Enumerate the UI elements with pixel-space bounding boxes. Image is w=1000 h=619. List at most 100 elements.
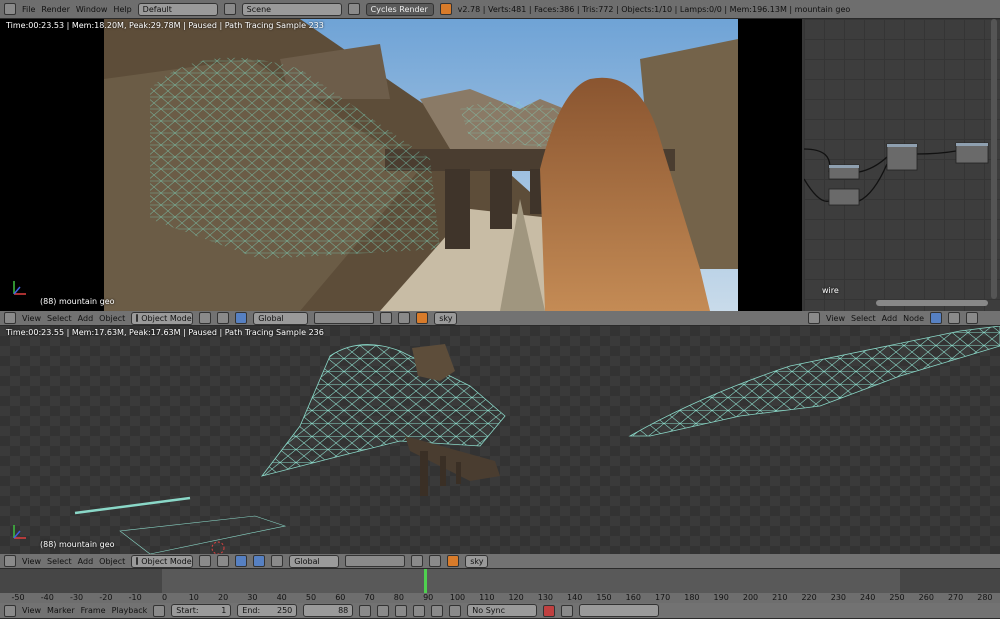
shader-type-icon[interactable]: [930, 312, 943, 324]
timeline-tick: 160: [625, 593, 641, 602]
render-preview-icon-2[interactable]: [429, 555, 442, 567]
node-editor[interactable]: wire: [804, 19, 1000, 311]
sync-selector[interactable]: No Sync: [467, 604, 538, 617]
render-layer-name-2: sky: [470, 556, 484, 566]
current-frame-field[interactable]: 88: [303, 604, 354, 617]
snap-icon[interactable]: [380, 312, 393, 324]
timeline-tick: 260: [918, 593, 934, 602]
render-layer-selector-2[interactable]: sky: [465, 554, 489, 568]
menu-window[interactable]: Window: [76, 5, 108, 14]
jump-start-icon[interactable]: [359, 604, 372, 617]
layers-icon-2[interactable]: [345, 555, 406, 567]
timeline-range-after: [900, 569, 1000, 593]
jump-end-icon[interactable]: [449, 604, 462, 617]
preview-range-icon[interactable]: [153, 604, 166, 617]
3d-viewport[interactable]: Time:00:23.55 | Mem:17.63M, Peak:17.63M …: [0, 326, 1000, 554]
timeline-tick: -20: [99, 593, 113, 602]
snap-icon-2[interactable]: [411, 555, 424, 567]
camera-icon[interactable]: [416, 312, 429, 324]
timeline-tick: 230: [830, 593, 847, 602]
timeline-tick: 60: [335, 593, 346, 602]
node-menu-add[interactable]: Add: [882, 314, 898, 323]
orientation-selector[interactable]: Global: [253, 311, 309, 325]
timeline-tick: 90: [423, 593, 434, 602]
menu-select[interactable]: Select: [47, 314, 72, 323]
menu-file[interactable]: File: [22, 5, 35, 14]
editor-type-icon-2[interactable]: [4, 555, 16, 567]
viewport-axis-gizmo-icon: [13, 525, 26, 539]
menu-select-2[interactable]: Select: [47, 557, 72, 566]
timeline-tick: 210: [772, 593, 788, 602]
render-layer-selector[interactable]: sky: [434, 311, 458, 325]
next-key-icon[interactable]: [431, 604, 444, 617]
mode-selector-2[interactable]: Object Mode: [131, 554, 194, 568]
editor-type-icon[interactable]: [4, 312, 16, 324]
tl-menu-marker[interactable]: Marker: [47, 606, 75, 615]
rendered-scene: [13, 19, 738, 311]
add-layout-icon[interactable]: [223, 3, 236, 15]
top-info-bar: File Render Window Help Default Scene Cy…: [0, 0, 1000, 19]
timeline-tick: 100: [449, 593, 466, 602]
node-menu-select[interactable]: Select: [851, 314, 876, 323]
orientation-selector-2[interactable]: Global: [289, 554, 340, 568]
menu-object-2[interactable]: Object: [99, 557, 125, 566]
prev-key-icon[interactable]: [377, 604, 390, 617]
scale-icon[interactable]: [271, 555, 284, 567]
keying-set-field[interactable]: [579, 604, 660, 617]
timeline-editor-icon[interactable]: [4, 604, 16, 617]
menu-add[interactable]: Add: [78, 314, 94, 323]
tl-menu-frame[interactable]: Frame: [81, 606, 106, 615]
node-box: [828, 142, 989, 206]
world-icon[interactable]: [966, 312, 979, 324]
timeline-ruler: -50 -40 -30 -20 -10 0 10 20 30 40 50 60 70 80 90 100 110…: [0, 593, 1000, 603]
node-label: wire: [822, 286, 839, 295]
camera-icon-2[interactable]: [447, 555, 460, 567]
timeline[interactable]: -50 -40 -30 -20 -10 0 10 20 30 40 50 60 70 80 90 100 110…: [0, 569, 1000, 603]
rendered-viewport[interactable]: Time:00:23.53 | Mem:18.20M, Peak:29.78M …: [0, 19, 802, 311]
info-editor-icon[interactable]: [4, 3, 16, 15]
rotate-icon[interactable]: [253, 555, 266, 567]
tl-menu-view[interactable]: View: [22, 606, 41, 615]
menu-help[interactable]: Help: [113, 5, 131, 14]
menu-object[interactable]: Object: [99, 314, 125, 323]
add-scene-icon[interactable]: [347, 3, 360, 15]
menu-render[interactable]: Render: [41, 5, 69, 14]
timeline-tick: -40: [40, 593, 54, 602]
blender-logo-icon: [439, 3, 452, 15]
keying-set-icon[interactable]: [561, 604, 574, 617]
timeline-tick: -30: [70, 593, 84, 602]
menu-add-2[interactable]: Add: [78, 557, 94, 566]
material-icon[interactable]: [948, 312, 961, 324]
end-frame-field[interactable]: End: 250: [237, 604, 298, 617]
start-label: Start:: [176, 606, 199, 615]
sync-mode: No Sync: [472, 606, 505, 615]
menu-view[interactable]: View: [22, 314, 41, 323]
record-icon[interactable]: [543, 604, 556, 617]
current-frame-marker[interactable]: [424, 569, 427, 593]
timeline-tick: -10: [128, 593, 142, 602]
shading-icon-2[interactable]: [199, 555, 212, 567]
play-reverse-icon[interactable]: [395, 604, 408, 617]
shading-icon[interactable]: [199, 312, 212, 324]
layers-icon[interactable]: [314, 312, 375, 324]
play-icon[interactable]: [413, 604, 426, 617]
pivot-icon[interactable]: [217, 312, 230, 324]
menu-view-2[interactable]: View: [22, 557, 41, 566]
translate-icon[interactable]: [235, 555, 248, 567]
engine-name: Cycles Render: [370, 4, 428, 14]
active-object-label: (88) mountain geo: [40, 297, 115, 306]
tl-menu-playback[interactable]: Playback: [112, 606, 148, 615]
timeline-tick: 0: [161, 593, 168, 602]
manipulator-icon[interactable]: [235, 312, 248, 324]
render-preview-icon[interactable]: [398, 312, 411, 324]
mode-selector[interactable]: Object Mode: [131, 311, 194, 325]
node-editor-type-icon[interactable]: [808, 312, 820, 324]
scene-selector[interactable]: Scene: [241, 2, 342, 16]
layout-selector[interactable]: Default: [137, 2, 218, 16]
render-engine-selector[interactable]: Cycles Render: [365, 2, 434, 16]
node-menu-view[interactable]: View: [826, 314, 845, 323]
pivot-icon-2[interactable]: [217, 555, 230, 567]
start-frame-field[interactable]: Start: 1: [171, 604, 232, 617]
node-menu-node[interactable]: Node: [903, 314, 924, 323]
layout-name: Default: [142, 4, 172, 14]
